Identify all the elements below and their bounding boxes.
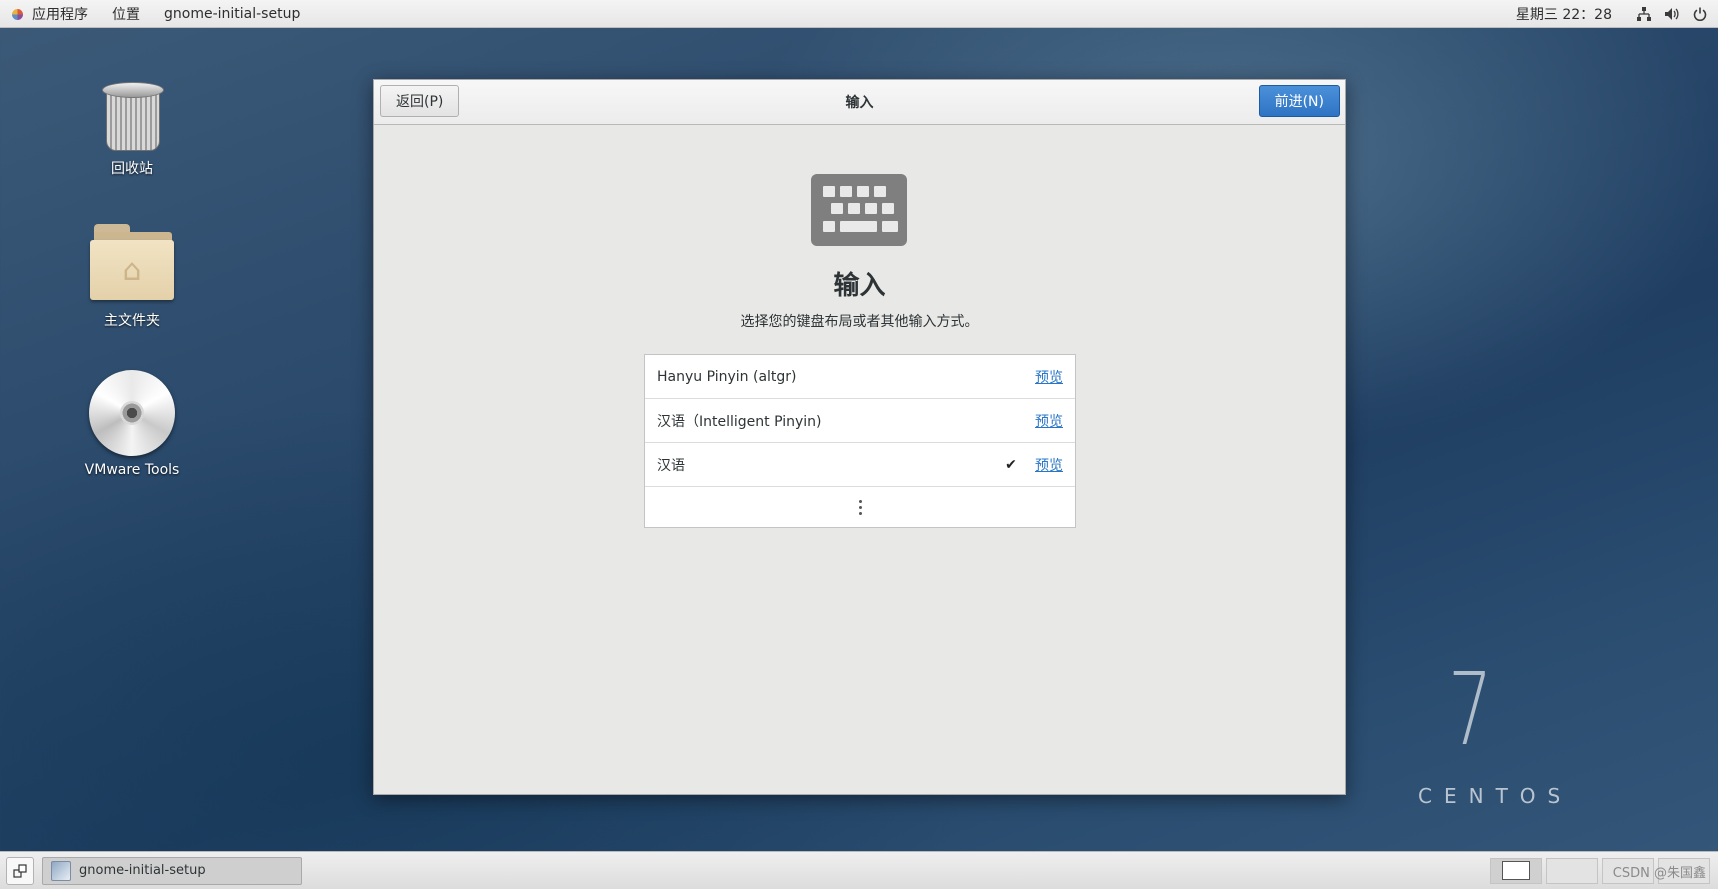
top-right-area: 星期三 22：28 [1506, 0, 1718, 27]
setup-app-icon [51, 860, 71, 881]
watermark: CSDN @朱国鑫 [1612, 866, 1706, 881]
trash-icon [102, 82, 164, 152]
input-source-label: Hanyu Pinyin (altgr) [657, 368, 797, 385]
window-menu-label: gnome-initial-setup [164, 5, 301, 22]
next-button[interactable]: 前进(N) [1258, 85, 1340, 117]
taskbar-window-label: gnome-initial-setup [79, 863, 206, 878]
preview-link[interactable]: 预览 [1035, 455, 1063, 475]
volume-icon[interactable] [1664, 6, 1680, 22]
back-button[interactable]: 返回(P) [380, 85, 460, 117]
places-label: 位置 [112, 6, 140, 23]
page-content: 输入 选择您的键盘布局或者其他输入方式。 Hanyu Pinyin (altgr… [374, 125, 1345, 794]
initial-setup-window: 返回(P) 输入 前进(N) 输入 选择您的键盘布局或者其他输入方式。 Hany… [373, 79, 1346, 795]
house-icon: ⌂ [122, 252, 142, 288]
workspace-2[interactable] [1546, 857, 1598, 884]
header-bar: 返回(P) 输入 前进(N) [374, 80, 1345, 125]
home-folder-icon: ⌂ [90, 224, 174, 304]
more-input-sources-button[interactable] [645, 487, 1075, 527]
window-menu[interactable]: gnome-initial-setup [154, 0, 314, 27]
input-source-row[interactable]: 汉语 ✔ 预览 [645, 443, 1075, 487]
desktop-icon-label: VMware Tools [84, 462, 180, 478]
network-icon[interactable] [1636, 6, 1652, 22]
workspace-1[interactable] [1490, 857, 1542, 884]
preview-link[interactable]: 预览 [1035, 411, 1063, 431]
preview-link[interactable]: 预览 [1035, 367, 1063, 387]
bottom-panel: gnome-initial-setup CSDN @朱国鑫 [0, 851, 1718, 889]
clock[interactable]: 星期三 22：28 [1506, 4, 1630, 24]
desktop-icon-label: 回收站 [111, 161, 153, 177]
centos-version-mark: 7 [1448, 651, 1493, 768]
desktop-icon-trash[interactable]: 回收站 [62, 82, 202, 178]
show-desktop-icon [13, 863, 27, 878]
desktop-icon-label: 主文件夹 [104, 313, 160, 329]
input-source-row[interactable]: Hanyu Pinyin (altgr) 预览 [645, 355, 1075, 399]
power-icon[interactable] [1692, 6, 1708, 22]
input-source-label: 汉语（Intelligent Pinyin) [657, 413, 822, 430]
desktop-icon-vmware-tools[interactable]: VMware Tools [62, 370, 202, 478]
more-icon [858, 499, 862, 515]
applications-icon [10, 6, 26, 22]
page-subheading: 选择您的键盘布局或者其他输入方式。 [740, 314, 979, 330]
keyboard-icon [811, 174, 907, 246]
window-title: 输入 [845, 95, 874, 111]
places-menu[interactable]: 位置 [102, 0, 154, 27]
taskbar-window-button[interactable]: gnome-initial-setup [42, 856, 302, 885]
input-source-label: 汉语 [657, 457, 685, 474]
input-source-row[interactable]: 汉语（Intelligent Pinyin) 预览 [645, 399, 1075, 443]
input-source-list: Hanyu Pinyin (altgr) 预览 汉语（Intelligent P… [644, 354, 1076, 528]
checkmark-icon: ✔ [1005, 456, 1017, 473]
show-desktop-button[interactable] [6, 856, 34, 885]
top-panel: 应用程序 位置 gnome-initial-setup 星期三 22：28 [0, 0, 1718, 28]
applications-menu[interactable]: 应用程序 [0, 0, 102, 27]
page-heading: 输入 [833, 271, 886, 301]
disc-icon [89, 370, 175, 456]
desktop-icon-home[interactable]: ⌂ 主文件夹 [62, 224, 202, 330]
applications-label: 应用程序 [32, 6, 88, 23]
centos-wordmark: CENTOS [1418, 784, 1573, 808]
